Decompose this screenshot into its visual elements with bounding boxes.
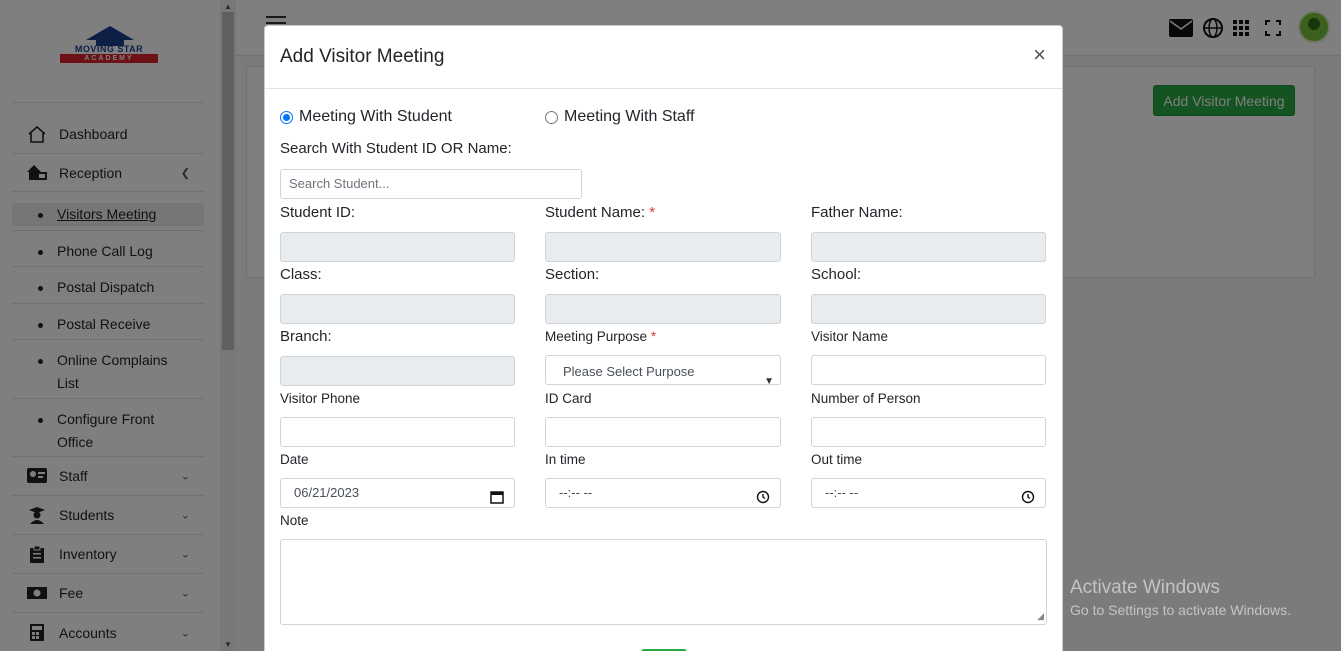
watermark-title: Activate Windows: [1070, 577, 1220, 598]
meeting-purpose-label: Meeting Purpose *: [545, 329, 657, 344]
close-icon[interactable]: ×: [1033, 44, 1046, 66]
time-value: --:-- --: [825, 485, 859, 500]
school-label: School:: [811, 266, 862, 283]
number-of-person-label: Number of Person: [811, 391, 921, 406]
student-id-label: Student ID:: [280, 204, 356, 221]
radio-checked-icon[interactable]: [280, 110, 293, 124]
add-visitor-meeting-modal: Add Visitor Meeting × Meeting With Stude…: [264, 25, 1063, 651]
resize-grip-icon[interactable]: ◢: [1037, 611, 1044, 622]
id-card-input[interactable]: [545, 417, 781, 447]
note-label: Note: [280, 513, 309, 528]
radio-meeting-with-staff[interactable]: Meeting With Staff: [545, 108, 694, 126]
number-of-person-input[interactable]: [811, 417, 1046, 447]
out-time-input[interactable]: --:-- --: [811, 478, 1046, 508]
calendar-icon[interactable]: [490, 486, 504, 514]
student-id-field: [280, 232, 515, 262]
branch-label: Branch:: [280, 328, 332, 345]
radio-unchecked-icon[interactable]: [545, 110, 558, 124]
school-field: [811, 294, 1046, 324]
date-input[interactable]: 06/21/2023: [280, 478, 515, 508]
out-time-label: Out time: [811, 452, 863, 467]
branch-field: [280, 356, 515, 386]
date-label: Date: [280, 452, 309, 467]
visitor-name-label: Visitor Name: [811, 329, 889, 344]
student-name-label: Student Name: *: [545, 204, 656, 221]
watermark-subtitle: Go to Settings to activate Windows.: [1070, 602, 1291, 618]
radio-meeting-with-student[interactable]: Meeting With Student: [280, 108, 452, 126]
section-label: Section:: [545, 266, 600, 283]
visitor-name-input[interactable]: [811, 355, 1046, 385]
in-time-label: In time: [545, 452, 586, 467]
radio-label: Meeting With Student: [299, 108, 452, 125]
class-label: Class:: [280, 266, 322, 283]
search-student-input[interactable]: Search Student...: [280, 169, 582, 199]
meeting-purpose-select[interactable]: Please Select Purpose ▼: [545, 355, 781, 387]
time-value: --:-- --: [559, 485, 593, 500]
modal-header: Add Visitor Meeting ×: [265, 26, 1062, 89]
visitor-phone-label: Visitor Phone: [280, 391, 361, 406]
note-textarea[interactable]: ◢: [280, 539, 1047, 625]
student-name-field: [545, 232, 781, 262]
clock-icon[interactable]: [756, 486, 770, 514]
id-card-label: ID Card: [545, 391, 592, 406]
chevron-down-icon: ▼: [764, 376, 774, 387]
radio-label: Meeting With Staff: [564, 108, 695, 125]
modal-title: Add Visitor Meeting: [280, 46, 445, 67]
father-name-field: [811, 232, 1046, 262]
windows-activation-watermark: Activate Windows Go to Settings to activ…: [1070, 577, 1291, 618]
in-time-input[interactable]: --:-- --: [545, 478, 781, 508]
class-field: [280, 294, 515, 324]
search-label: Search With Student ID OR Name:: [280, 140, 512, 157]
section-field: [545, 294, 781, 324]
visitor-phone-input[interactable]: [280, 417, 515, 447]
select-value: Please Select Purpose: [563, 364, 695, 379]
date-value: 06/21/2023: [294, 485, 360, 500]
clock-icon[interactable]: [1021, 486, 1035, 514]
father-name-label: Father Name:: [811, 204, 903, 221]
